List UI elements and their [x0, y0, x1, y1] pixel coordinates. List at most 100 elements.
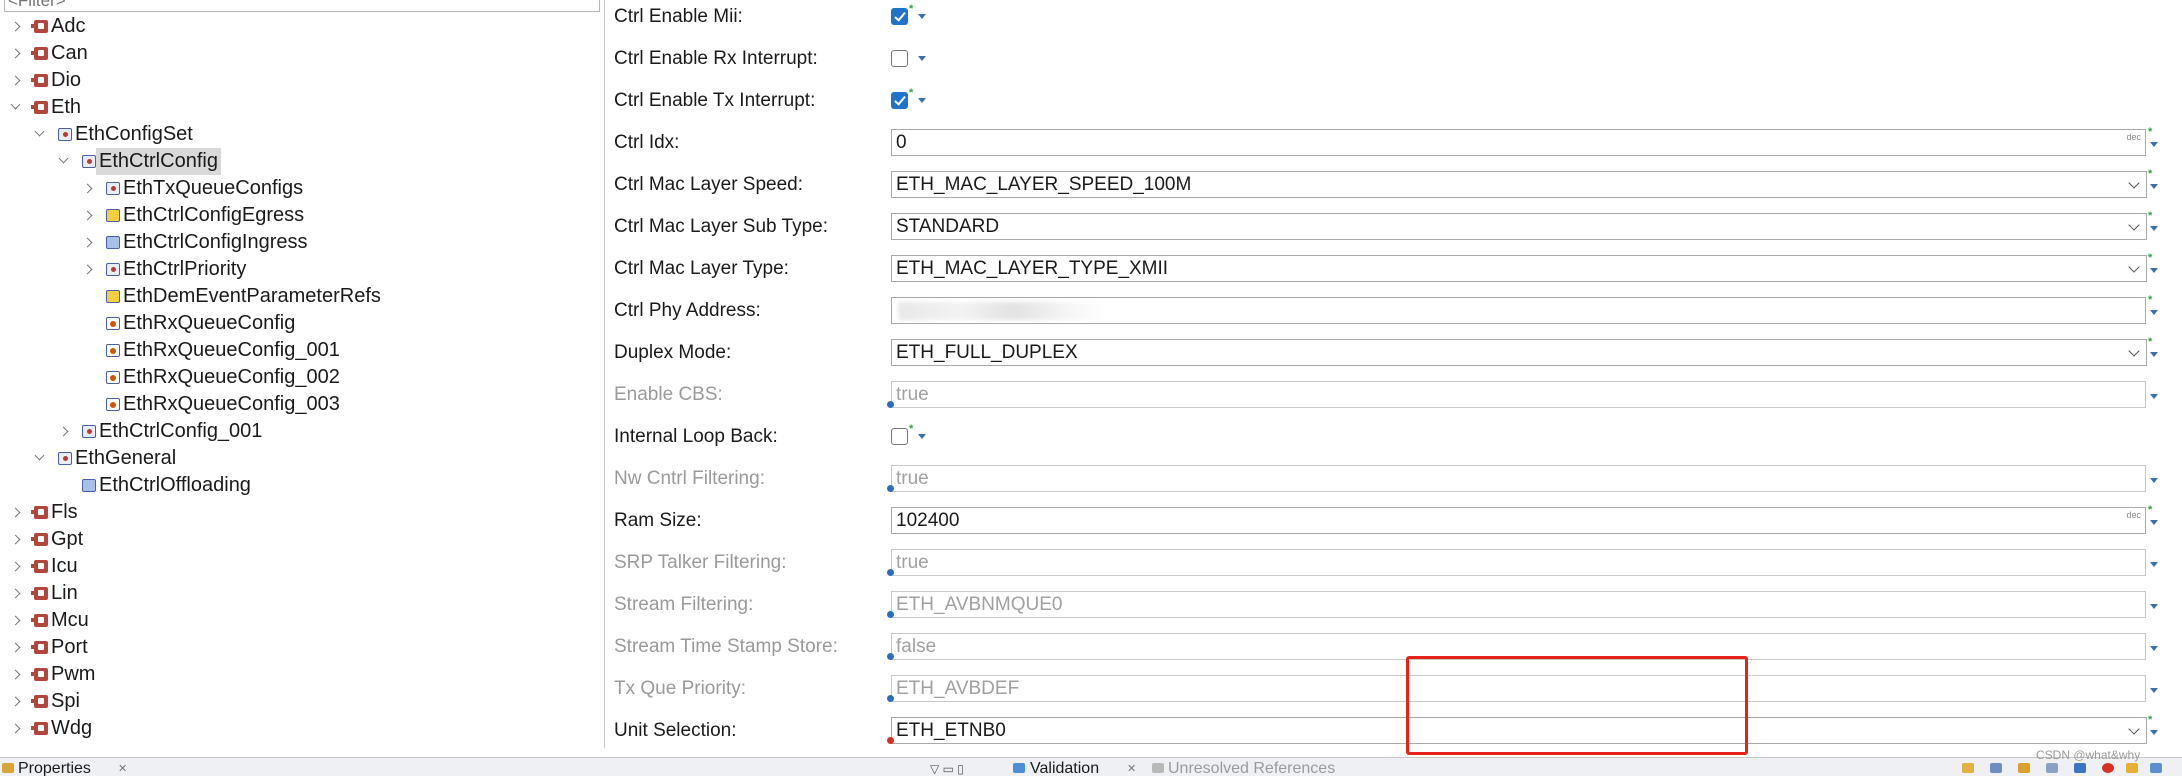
chevron-down-icon[interactable]	[2128, 261, 2140, 273]
tree-node[interactable]: EthRxQueueConfig_002	[0, 364, 600, 391]
tree-node[interactable]: Mcu	[0, 607, 600, 634]
tree-node[interactable]: Icu	[0, 553, 600, 580]
collapse-chevron-icon[interactable]	[34, 445, 48, 472]
expand-chevron-icon[interactable]	[10, 40, 24, 67]
toolbar-icon-group[interactable]	[1990, 763, 2002, 773]
options-dropdown-icon[interactable]	[2150, 604, 2158, 609]
tree-node[interactable]: EthCtrlConfig_001	[0, 418, 600, 445]
property-checkbox[interactable]	[891, 50, 908, 67]
tree-node[interactable]: Gpt	[0, 526, 600, 553]
tab-properties[interactable]: Properties	[18, 758, 91, 776]
toolbar-icon-settings[interactable]	[2018, 763, 2030, 773]
expand-chevron-icon[interactable]	[82, 256, 96, 283]
tree-node[interactable]: EthGeneral	[0, 445, 600, 472]
options-dropdown-icon[interactable]	[2150, 310, 2158, 315]
options-dropdown-icon[interactable]	[2150, 268, 2158, 273]
options-dropdown-icon[interactable]	[2150, 352, 2158, 357]
tree-node[interactable]: Wdg	[0, 715, 600, 742]
options-dropdown-icon[interactable]	[2150, 184, 2158, 189]
tree-node[interactable]: Can	[0, 40, 600, 67]
tree-node[interactable]: EthTxQueueConfigs	[0, 175, 600, 202]
view-menu-icon[interactable]: ▽ ▭ ▯	[930, 758, 964, 776]
tree-node[interactable]: EthDemEventParameterRefs	[0, 283, 600, 310]
tree-node[interactable]: Port	[0, 634, 600, 661]
property-input[interactable]: 0 dec	[891, 129, 2146, 156]
toolbar-icon-error[interactable]	[2102, 763, 2114, 773]
tree-node-label: Icu	[51, 555, 78, 577]
property-input[interactable]: 102400 dec	[891, 507, 2146, 534]
chevron-down-icon[interactable]	[2128, 177, 2140, 189]
tree-node[interactable]: EthRxQueueConfig_001	[0, 337, 600, 364]
tree-node[interactable]: EthRxQueueConfig	[0, 310, 600, 337]
chevron-down-icon[interactable]	[2128, 723, 2140, 735]
property-combobox[interactable]: STANDARD	[891, 213, 2147, 240]
dropdown-arrow-icon[interactable]	[918, 434, 926, 439]
options-dropdown-icon[interactable]	[2150, 730, 2158, 735]
close-icon[interactable]: ✕	[1127, 758, 1136, 776]
tree-node[interactable]: Fls	[0, 499, 600, 526]
expand-chevron-icon[interactable]	[10, 607, 24, 634]
tree-node[interactable]: Lin	[0, 580, 600, 607]
property-combobox[interactable]: ETH_MAC_LAYER_TYPE_XMII	[891, 255, 2147, 282]
tree-node[interactable]: EthCtrlOffloading	[0, 472, 600, 499]
options-dropdown-icon[interactable]	[2150, 688, 2158, 693]
property-combobox[interactable]: ETH_MAC_LAYER_SPEED_100M	[891, 171, 2147, 198]
tree-node[interactable]: EthRxQueueConfig_003	[0, 391, 600, 418]
chevron-down-icon[interactable]	[2128, 345, 2140, 357]
expand-chevron-icon[interactable]	[10, 13, 24, 40]
property-checkbox[interactable]	[891, 8, 908, 25]
collapse-chevron-icon[interactable]	[10, 94, 24, 121]
expand-chevron-icon[interactable]	[10, 67, 24, 94]
expand-chevron-icon[interactable]	[10, 661, 24, 688]
expand-chevron-icon[interactable]	[10, 499, 24, 526]
property-checkbox[interactable]	[891, 92, 908, 109]
tree-node[interactable]: Eth	[0, 94, 600, 121]
tab-unresolved-references[interactable]: Unresolved References	[1168, 758, 1335, 776]
options-dropdown-icon[interactable]	[2150, 562, 2158, 567]
expand-chevron-icon[interactable]	[82, 202, 96, 229]
property-checkbox[interactable]	[891, 428, 908, 445]
expand-chevron-icon[interactable]	[82, 229, 96, 256]
tree-filter-input[interactable]	[4, 0, 600, 12]
expand-chevron-icon[interactable]	[58, 418, 72, 445]
toolbar-icon-info[interactable]	[2150, 763, 2162, 773]
toolbar-icon-warning[interactable]	[2126, 763, 2138, 773]
options-dropdown-icon[interactable]	[2150, 646, 2158, 651]
dropdown-arrow-icon[interactable]	[918, 98, 926, 103]
tree-node[interactable]: EthCtrlConfigEgress	[0, 202, 600, 229]
toolbar-icon-expand[interactable]	[2046, 763, 2058, 773]
options-dropdown-icon[interactable]	[2150, 142, 2158, 147]
expand-chevron-icon[interactable]	[10, 715, 24, 742]
tree-node[interactable]: Spi	[0, 688, 600, 715]
tree-node[interactable]: EthConfigSet	[0, 121, 600, 148]
collapse-chevron-icon[interactable]	[34, 121, 48, 148]
options-dropdown-icon[interactable]	[2150, 394, 2158, 399]
dropdown-arrow-icon[interactable]	[918, 56, 926, 61]
tree-node[interactable]: Pwm	[0, 661, 600, 688]
tab-validation[interactable]: Validation	[1030, 758, 1099, 776]
toolbar-icon-filter[interactable]	[1962, 763, 1974, 773]
chevron-down-icon[interactable]	[2128, 219, 2140, 231]
options-dropdown-icon[interactable]	[2150, 520, 2158, 525]
expand-chevron-icon[interactable]	[10, 580, 24, 607]
tree-node[interactable]: Adc	[0, 13, 600, 40]
dropdown-arrow-icon[interactable]	[918, 14, 926, 19]
toolbar-icon-collapse[interactable]	[2074, 763, 2086, 773]
close-icon[interactable]: ✕	[118, 758, 127, 776]
options-dropdown-icon[interactable]	[2150, 478, 2158, 483]
tree-node[interactable]: EthCtrlConfigIngress	[0, 229, 600, 256]
tree-node[interactable]: EthCtrlPriority	[0, 256, 600, 283]
property-combobox[interactable]: ETH_ETNB0	[891, 717, 2147, 744]
expand-chevron-icon[interactable]	[10, 526, 24, 553]
expand-chevron-icon[interactable]	[10, 553, 24, 580]
property-input[interactable]	[891, 297, 2146, 324]
options-dropdown-icon[interactable]	[2150, 226, 2158, 231]
property-label: Ctrl Mac Layer Type:	[614, 258, 789, 279]
property-combobox[interactable]: ETH_FULL_DUPLEX	[891, 339, 2147, 366]
expand-chevron-icon[interactable]	[10, 634, 24, 661]
expand-chevron-icon[interactable]	[10, 688, 24, 715]
tree-node[interactable]: EthCtrlConfig	[0, 148, 600, 175]
tree-node[interactable]: Dio	[0, 67, 600, 94]
expand-chevron-icon[interactable]	[82, 175, 96, 202]
collapse-chevron-icon[interactable]	[58, 148, 72, 175]
